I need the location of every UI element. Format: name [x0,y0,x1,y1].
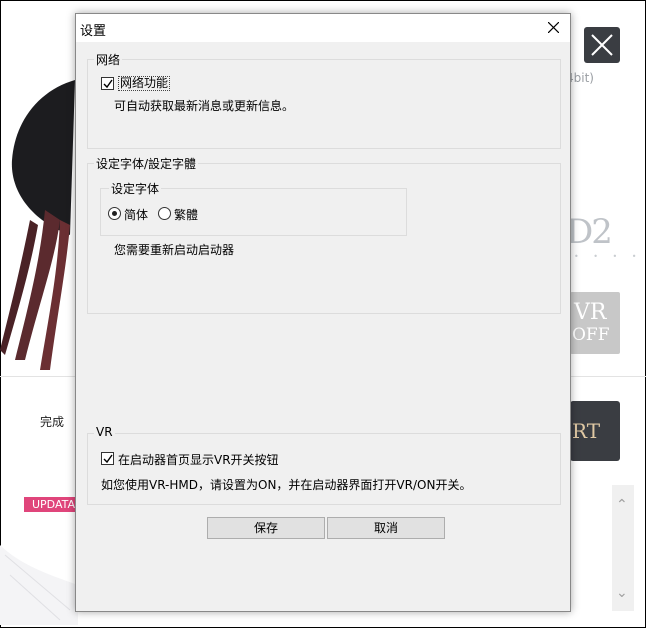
dialog-close-button[interactable] [538,14,570,42]
vr-group: VR 在启动器首页显示VR开关按钮 如您使用VR-HMD，请设置为ON，并在启动… [87,425,561,505]
traditional-radio-label[interactable]: 繁體 [174,206,198,223]
network-group-label: 网络 [94,51,123,68]
restart-note: 您需要重新启动启动器 [114,243,235,257]
check-icon [103,79,113,89]
font-subgroup: 设定字体 简体 繁體 [100,180,407,236]
start-button-label: RT [572,419,601,443]
launcher-scrollbar[interactable]: ⌃ ⌄ [612,485,634,611]
font-group-label: 设定字体/設定字體 [94,155,199,172]
launcher-close-button[interactable] [584,27,620,63]
network-group: 网络 网络功能 可自动获取最新消息或更新信息。 [87,51,561,149]
launcher-status-text: 完成 [40,415,65,429]
close-icon [591,34,613,56]
vr-checkbox-label[interactable]: 在启动器首页显示VR开关按钮 [118,451,279,468]
font-group: 设定字体/設定字體 设定字体 简体 繁體 您需要重新启动启动器 [87,155,561,314]
vr-checkbox[interactable] [101,452,114,465]
vr-group-label: VR [94,425,115,439]
launcher-logo: D2 [566,212,613,252]
chevron-down-icon[interactable]: ⌄ [616,585,628,601]
character-art [0,80,75,370]
traditional-radio[interactable] [158,207,171,220]
character-art-bottom [0,545,78,625]
dialog-titlebar[interactable]: 设置 [76,14,570,42]
simplified-radio-label[interactable]: 简体 [124,206,148,223]
close-icon [548,22,559,33]
save-button[interactable]: 保存 [207,517,325,539]
check-icon [103,454,113,464]
vr-toggle-button[interactable]: VR OFF [570,292,620,354]
settings-dialog: 设置 网络 网络功能 可自动获取最新消息或更新信息。 设定字体/設定字體 设定字… [75,13,571,612]
simplified-radio[interactable] [108,207,121,220]
vr-toggle-label: VR [574,300,607,325]
vr-description: 如您使用VR-HMD，请设置为ON，并在启动器界面打开VR/ON开关。 [101,478,472,492]
dialog-title: 设置 [80,24,107,39]
network-checkbox-label[interactable]: 网络功能 [118,76,171,91]
start-button[interactable]: RT [570,401,620,461]
launcher-logo-subtext: • • • • [574,252,643,261]
network-checkbox[interactable] [101,77,114,90]
vr-toggle-state: OFF [572,325,610,345]
font-subgroup-label: 设定字体 [109,180,162,197]
network-description: 可自动获取最新消息或更新信息。 [114,99,295,113]
cancel-button[interactable]: 取消 [327,517,445,539]
radio-selected-dot [112,211,117,216]
chevron-up-icon[interactable]: ⌃ [616,497,628,513]
